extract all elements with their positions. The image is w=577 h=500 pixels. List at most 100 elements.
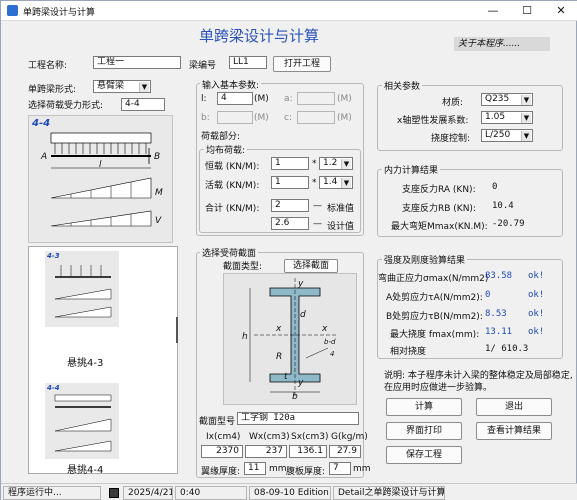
- a-label: a:: [284, 94, 293, 104]
- ix-value[interactable]: 2370: [201, 445, 243, 458]
- load-diagram: 4-4 A B l M V: [28, 115, 173, 243]
- dead-load-input[interactable]: 1: [271, 157, 309, 170]
- chevron-down-icon: ▼: [139, 82, 149, 92]
- wx-value[interactable]: 237: [245, 445, 287, 458]
- deflection-select[interactable]: L/250 ▼: [481, 129, 533, 142]
- save-project-button[interactable]: 保存工程: [386, 446, 462, 464]
- calendar-icon: [109, 488, 119, 498]
- beam-form-value: 悬臂梁: [97, 81, 125, 91]
- about-button[interactable]: 关于本程序......: [454, 37, 550, 51]
- chevron-down-icon: ▼: [521, 131, 531, 141]
- rel-defl-label: 相对挠度: [390, 347, 427, 357]
- b-unit: (M): [254, 113, 269, 123]
- total-design-input[interactable]: 2.6: [271, 217, 309, 230]
- fmax-ok: ok!: [528, 327, 545, 337]
- beam-id-input[interactable]: LL1: [229, 56, 267, 69]
- col-header-ix: Ix(cm4): [206, 432, 241, 442]
- live-star: *: [312, 178, 317, 188]
- web-label: 腹板厚度:: [286, 467, 326, 477]
- total-load-label: 合计 (KN/M):: [205, 204, 260, 214]
- live-factor-select[interactable]: 1.4 ▼: [319, 176, 353, 189]
- flange-thickness-label: t: [284, 372, 288, 382]
- live-load-input[interactable]: 1: [271, 176, 309, 189]
- sigma-ok: ok!: [528, 271, 545, 281]
- l-label: l:: [201, 94, 207, 104]
- moment-label: M: [155, 188, 163, 198]
- design-label: 设计值: [327, 222, 355, 232]
- rel-defl-value: 1/ 610.3: [485, 344, 529, 354]
- sx-value[interactable]: 136.1: [289, 445, 327, 458]
- list-scrollbar[interactable]: [176, 317, 178, 343]
- minimize-button[interactable]: —: [476, 1, 510, 21]
- design-dash: —: [313, 219, 322, 229]
- thumb-diagram-svg: [54, 394, 112, 452]
- calculate-button[interactable]: 计算: [386, 398, 462, 416]
- chevron-down-icon: ▼: [521, 95, 531, 105]
- status-time: 0:40: [175, 486, 247, 500]
- title-bar: 单跨梁设计与计算 — ☐ ✕: [1, 1, 577, 21]
- y-axis-label-top: y: [298, 279, 304, 289]
- section-group-label: 选择受荷截面: [200, 246, 259, 259]
- l-unit: (M): [254, 94, 269, 104]
- gamma-label: x轴塑性发展系数:: [397, 116, 469, 126]
- mmax-label: 最大弯矩Mmax(KN.M):: [391, 222, 488, 232]
- section-diagram: y x x h d R t b b-d 4 y: [223, 273, 357, 405]
- l-input[interactable]: 4: [217, 92, 253, 105]
- app-icon: [7, 5, 18, 16]
- params-group-label: 相关参数: [382, 79, 423, 92]
- view-results-button[interactable]: 查看计算结果: [476, 422, 552, 440]
- print-button[interactable]: 界面打印: [386, 422, 462, 440]
- x-axis-label-right: x: [322, 324, 328, 334]
- x-axis-label-left: x: [276, 324, 282, 334]
- ra-label: 支座反力RA (KN):: [402, 185, 476, 195]
- select-section-button[interactable]: 选择截面: [284, 259, 338, 273]
- beam-form-select[interactable]: 悬臂梁 ▼: [93, 80, 151, 93]
- app-window: 单跨梁设计与计算 — ☐ ✕ 单跨梁设计与计算 关于本程序...... 工程名称…: [0, 0, 577, 500]
- status-running: 程序运行中...: [3, 486, 101, 500]
- b-input[interactable]: [217, 111, 253, 124]
- c-label: c:: [284, 113, 292, 123]
- dead-factor-value: 1.2: [323, 158, 338, 168]
- chevron-down-icon: ▼: [341, 178, 351, 188]
- live-factor-value: 1.4: [323, 177, 338, 187]
- section-model-input[interactable]: 工字钢 I20a: [237, 412, 359, 425]
- material-select[interactable]: Q235 ▼: [481, 93, 533, 106]
- load-type-thumb[interactable]: 4-4: [45, 383, 119, 459]
- std-dash: —: [313, 201, 322, 211]
- mmax-value: -20.79: [492, 219, 525, 229]
- sigma-value: 83.58: [485, 271, 513, 281]
- g-value[interactable]: 27.9: [329, 445, 361, 458]
- col-header-sx: Sx(cm3): [291, 432, 329, 442]
- open-project-button[interactable]: 打开工程: [273, 56, 331, 72]
- gamma-value: 1.05: [485, 112, 506, 122]
- rb-value: 10.4: [492, 201, 514, 211]
- chevron-down-icon: ▼: [341, 159, 351, 169]
- strength-group-label: 强度及刚度验算结果: [382, 253, 468, 266]
- forces-group-label: 内力计算结果: [382, 163, 441, 176]
- total-std-input[interactable]: 2: [271, 199, 309, 212]
- section-type-label: 截面类型:: [223, 262, 263, 272]
- load-type-thumb[interactable]: 4-3: [45, 251, 119, 327]
- support-a-label: A: [41, 152, 48, 162]
- status-date: 2025/4/21: [123, 486, 173, 500]
- page-title: 单跨梁设计与计算: [199, 27, 320, 45]
- exit-button[interactable]: 退出: [476, 398, 552, 416]
- dead-factor-select[interactable]: 1.2 ▼: [319, 157, 353, 170]
- status-detail: Detail之单跨梁设计与计算: [333, 486, 445, 500]
- maximize-button[interactable]: ☐: [510, 1, 544, 21]
- dead-load-label: 恒载 (KN/M):: [205, 162, 260, 172]
- note-text: 说明: 本子程序未计入梁的整体稳定及局部稳定, 在应用时应做进一步验算。: [384, 371, 573, 393]
- load-form-label: 选择荷载受力形式:: [28, 101, 104, 111]
- thumb-caption: 悬挑4-3: [67, 358, 104, 369]
- web-input[interactable]: 7: [329, 462, 351, 475]
- height-label: h: [242, 332, 248, 342]
- gamma-select[interactable]: 1.05 ▼: [481, 111, 533, 124]
- project-name-input[interactable]: 工程一: [93, 56, 181, 69]
- close-button[interactable]: ✕: [544, 1, 577, 21]
- sigma-label: 弯曲正应力σmax(N/mm2): [378, 274, 489, 284]
- load-form-input[interactable]: 4-4: [121, 98, 165, 111]
- load-type-list[interactable]: 4-3 悬挑4-3 4-4 悬挑4-4: [28, 246, 178, 476]
- c-input[interactable]: [297, 111, 335, 124]
- flange-input[interactable]: 11: [244, 462, 266, 475]
- a-input[interactable]: [297, 92, 335, 105]
